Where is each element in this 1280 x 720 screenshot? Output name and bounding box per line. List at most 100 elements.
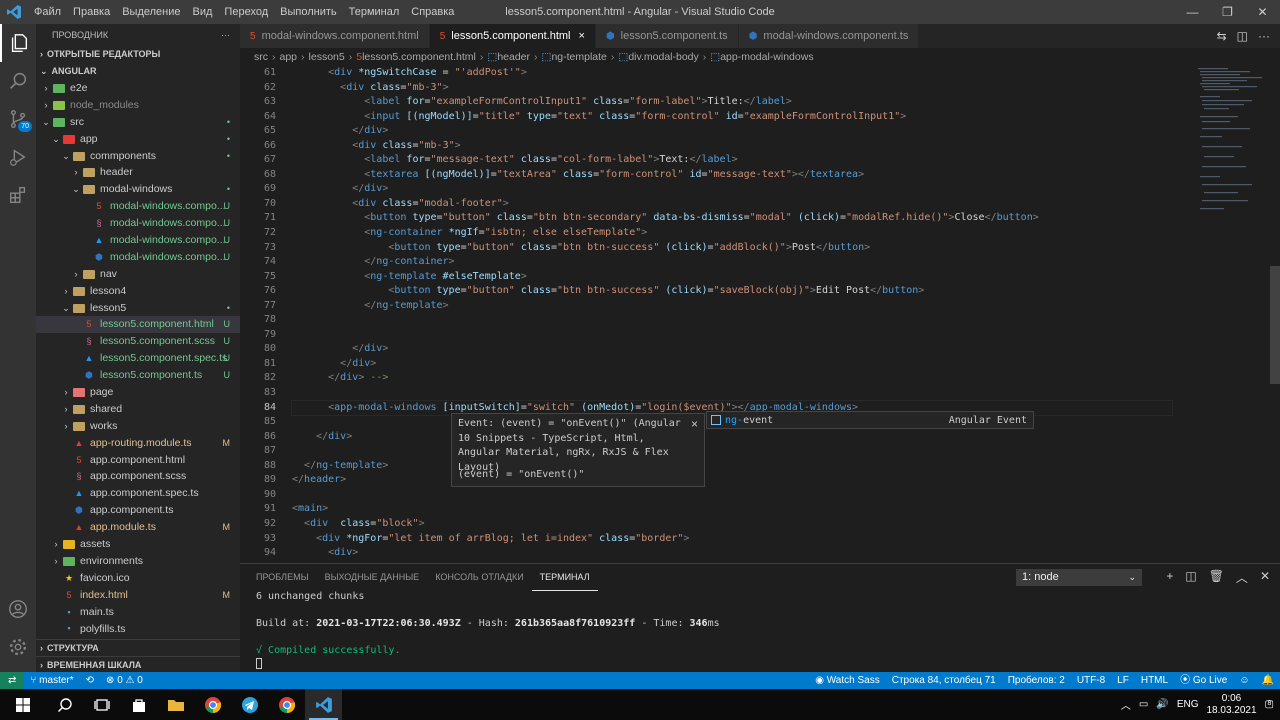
code-line[interactable]: </div>: [292, 430, 1192, 445]
tree-folder[interactable]: › environments: [36, 553, 240, 570]
tree-folder[interactable]: › assets: [36, 536, 240, 553]
code-line[interactable]: <ng-template #elseTemplate>: [292, 270, 1192, 285]
watch-sass-status[interactable]: ◉ Watch Sass: [809, 672, 886, 689]
split-terminal-icon[interactable]: ◫: [1185, 569, 1196, 586]
code-line[interactable]: <div class="mb-3">: [292, 81, 1192, 96]
explorer-icon[interactable]: [0, 24, 36, 62]
tree-folder[interactable]: › nav: [36, 266, 240, 283]
code-line[interactable]: <div class="modal-footer">: [292, 197, 1192, 212]
close-window-button[interactable]: ✕: [1245, 0, 1280, 24]
windows-start-icon[interactable]: [0, 689, 46, 720]
end-of-line[interactable]: LF: [1111, 672, 1135, 689]
notifications-icon[interactable]: 🔔: [1256, 672, 1280, 689]
menu-item[interactable]: Терминал: [343, 0, 406, 24]
tree-folder[interactable]: ⌄ app •: [36, 131, 240, 148]
close-panel-icon[interactable]: ✕: [1260, 569, 1270, 586]
project-section[interactable]: ⌄ ANGULAR: [36, 63, 240, 80]
code-line[interactable]: </ng-template>: [292, 299, 1192, 314]
tree-folder[interactable]: › e2e: [36, 80, 240, 97]
breadcrumb-item[interactable]: app: [280, 51, 298, 63]
accounts-icon[interactable]: [0, 590, 36, 628]
remote-icon[interactable]: ⇄: [0, 672, 25, 689]
terminal-output[interactable]: 6 unchanged chunks Build at: 2021-03-17T…: [240, 590, 1280, 671]
more-actions-icon[interactable]: ···: [1258, 29, 1270, 43]
code-line[interactable]: <button type="button" class="btn btn-sec…: [292, 211, 1192, 226]
input-language[interactable]: ENG: [1177, 699, 1199, 710]
code-line[interactable]: <main>: [292, 502, 1192, 517]
tree-file[interactable]: ★ favicon.ico: [36, 570, 240, 587]
branch-status[interactable]: ⑂ master*: [24, 672, 79, 689]
problems-status[interactable]: ⊗ 0 ⚠ 0: [100, 672, 149, 689]
tree-file[interactable]: 5 index.html M: [36, 587, 240, 604]
tree-folder[interactable]: ⌄ src •: [36, 114, 240, 131]
code-line[interactable]: <button type="button" class="btn btn-suc…: [292, 241, 1192, 256]
timeline-section[interactable]: › ВРЕМЕННАЯ ШКАЛА: [36, 656, 240, 672]
close-hover-icon[interactable]: ×: [691, 417, 698, 432]
sync-icon[interactable]: ⟲: [80, 672, 100, 689]
menu-item[interactable]: Справка: [405, 0, 460, 24]
tree-file[interactable]: § app.component.scss: [36, 468, 240, 485]
tree-folder[interactable]: ⌄ lesson5 •: [36, 300, 240, 317]
breadcrumb-item[interactable]: header: [497, 51, 530, 63]
breadcrumb-item[interactable]: lesson5: [309, 51, 345, 63]
tree-file[interactable]: § modal-windows.compo... U: [36, 215, 240, 232]
code-line[interactable]: </ng-container>: [292, 255, 1192, 270]
tree-folder[interactable]: › works: [36, 418, 240, 435]
file-explorer-icon[interactable]: [157, 689, 194, 720]
kill-terminal-icon[interactable]: 🗑: [1209, 569, 1224, 586]
go-live-status[interactable]: ⦿ Go Live: [1174, 672, 1233, 689]
code-line[interactable]: <div *ngSwitchCase = "'addPost'">: [292, 66, 1192, 81]
settings-gear-icon[interactable]: [0, 628, 36, 666]
code-editor[interactable]: 61 62 63 64 65 66 67 68 69 70 71 72 73 74 75 76 77 78 79 80…: [240, 66, 1280, 563]
tree-folder[interactable]: › shared: [36, 401, 240, 418]
editor-scrollbar[interactable]: [1270, 266, 1280, 384]
network-icon[interactable]: ▭: [1139, 699, 1148, 710]
terminal-select[interactable]: 1: node ⌄: [1016, 569, 1142, 586]
encoding[interactable]: UTF-8: [1071, 672, 1111, 689]
cursor-position[interactable]: Строка 84, столбец 71: [886, 672, 1002, 689]
restore-button[interactable]: ❐: [1210, 0, 1245, 24]
panel-tab[interactable]: ТЕРМИНАЛ: [531, 564, 598, 591]
minimize-button[interactable]: —: [1175, 0, 1210, 24]
code-line[interactable]: [292, 313, 1192, 328]
code-line[interactable]: [292, 488, 1192, 503]
open-changes-icon[interactable]: ⇆: [1217, 29, 1227, 43]
code-line[interactable]: </div>: [292, 342, 1192, 357]
minimap[interactable]: [1196, 66, 1266, 216]
clock[interactable]: 0:06 18.03.2021: [1206, 693, 1256, 717]
notification-center-icon[interactable]: ▢ 8: [1265, 699, 1274, 710]
code-line[interactable]: <div class="block">: [292, 517, 1192, 532]
extensions-icon[interactable]: [0, 176, 36, 214]
chrome-icon[interactable]: [194, 689, 231, 720]
editor-tab[interactable]: ⬢ lesson5.component.ts: [595, 24, 739, 48]
code-line[interactable]: </header>: [292, 473, 1192, 488]
code-line[interactable]: [292, 328, 1192, 343]
tree-file[interactable]: ▲ app.component.spec.ts: [36, 485, 240, 502]
breadcrumb-item[interactable]: ng-template: [551, 51, 606, 63]
code-line[interactable]: <label for="exampleFormControlInput1" cl…: [292, 95, 1192, 110]
code-line[interactable]: <label for="message-text" class="col-for…: [292, 153, 1192, 168]
tree-file[interactable]: ▪ main.ts: [36, 604, 240, 621]
code-line[interactable]: </div> -->: [292, 371, 1192, 386]
tree-file[interactable]: ⬢ app.component.ts: [36, 502, 240, 519]
code-lines[interactable]: <div *ngSwitchCase = "'addPost'"> <div c…: [291, 66, 1192, 561]
code-line[interactable]: </div>: [292, 124, 1192, 139]
store-icon[interactable]: [120, 689, 157, 720]
search-icon[interactable]: [0, 62, 36, 100]
new-terminal-icon[interactable]: +: [1166, 569, 1173, 586]
tree-file[interactable]: ▲ lesson5.component.spec.ts U: [36, 350, 240, 367]
code-line[interactable]: <textarea [(ngModel)]="textArea" class="…: [292, 168, 1192, 183]
tree-file[interactable]: 5 modal-windows.compo... U: [36, 198, 240, 215]
indentation[interactable]: Пробелов: 2: [1002, 672, 1071, 689]
editor-tab[interactable]: ⬢ modal-windows.component.ts: [738, 24, 920, 48]
volume-icon[interactable]: 🔊: [1156, 699, 1168, 710]
tree-folder[interactable]: › header: [36, 164, 240, 181]
code-line[interactable]: [292, 386, 1192, 401]
tree-file[interactable]: § lesson5.component.scss U: [36, 333, 240, 350]
taskbar-search-icon[interactable]: [46, 689, 83, 720]
code-line[interactable]: </div>: [292, 182, 1192, 197]
tree-file[interactable]: 5 lesson5.component.html U: [36, 316, 240, 334]
task-view-icon[interactable]: [83, 689, 120, 720]
run-debug-icon[interactable]: [0, 138, 36, 176]
editor-tab[interactable]: 5 lesson5.component.html ×: [429, 24, 596, 48]
